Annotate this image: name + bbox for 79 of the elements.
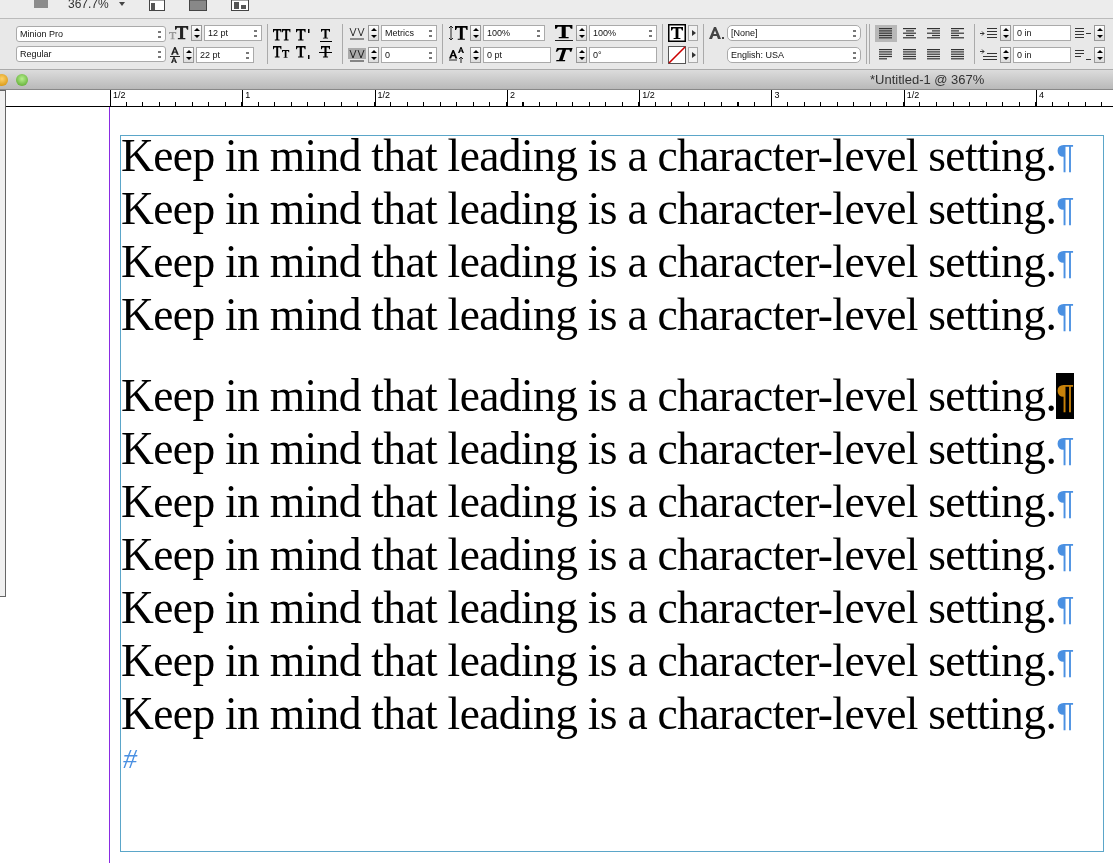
window-title: *Untitled-1 @ 367% xyxy=(870,72,985,87)
pilcrow: ¶ xyxy=(1056,482,1074,523)
ruler-label: 1 xyxy=(242,90,375,106)
text-frame[interactable] xyxy=(120,135,1104,852)
text-line: Keep in mind that leading is a character-level setting. xyxy=(121,585,1057,631)
stepper-icon[interactable] xyxy=(368,25,379,41)
stepper-icon[interactable] xyxy=(191,25,202,41)
pilcrow: ¶ xyxy=(1056,588,1074,629)
text-line: Keep in mind that leading is a character-level setting. xyxy=(121,426,1057,472)
stroke-none-icon[interactable] xyxy=(668,46,686,64)
screen-mode-icon[interactable] xyxy=(188,0,207,11)
character-style-select[interactable]: [None] xyxy=(727,25,861,41)
stepper-icon[interactable] xyxy=(368,47,379,63)
stepper-icon[interactable] xyxy=(470,25,481,41)
text-line: Keep in mind that leading is a character-level setting. xyxy=(121,133,1057,179)
language-select[interactable]: English: USA xyxy=(727,47,861,63)
ruler-label: 1/2 xyxy=(374,90,507,106)
horizontal-scale-field[interactable]: 100% xyxy=(589,25,657,41)
pilcrow: ¶ xyxy=(1056,136,1074,177)
ruler-label: 1/2 xyxy=(903,90,1037,106)
pilcrow: ¶ xyxy=(1056,535,1074,576)
font-family-select[interactable]: Minion Pro xyxy=(16,26,166,42)
vertical-scale-field[interactable]: 100% xyxy=(483,25,545,41)
first-line-indent-icon xyxy=(980,48,998,62)
small-caps-icon[interactable] xyxy=(273,46,291,59)
skew-field[interactable]: 0° xyxy=(589,47,657,63)
font-style-select[interactable]: Regular xyxy=(16,46,166,62)
stepper-icon[interactable] xyxy=(470,47,481,63)
left-indent-field[interactable]: 0 in xyxy=(1013,25,1071,41)
right-indent-icon xyxy=(1074,26,1092,40)
end-of-story-mark: # xyxy=(123,743,137,775)
pilcrow: ¶ xyxy=(1056,694,1074,735)
text-line: Keep in mind that leading is a character-level setting. xyxy=(121,532,1057,578)
baseline-shift-field[interactable]: 0 pt xyxy=(483,47,551,63)
ruler-label: 3 xyxy=(771,90,904,106)
stepper-icon[interactable] xyxy=(1094,25,1105,41)
text-line: Keep in mind that leading is a character-level setting. xyxy=(121,373,1057,419)
ruler-label: 1/2 xyxy=(110,90,243,106)
stepper-icon[interactable] xyxy=(1000,47,1011,63)
stepper-icon[interactable] xyxy=(576,25,587,41)
first-line-indent-field[interactable]: 0 in xyxy=(1013,47,1071,63)
ruler-label: 1/2 xyxy=(639,90,772,106)
zoom-level[interactable]: 367.7% xyxy=(68,0,109,9)
text-line: Keep in mind that leading is a character-level setting. xyxy=(121,186,1057,232)
left-indent-icon xyxy=(980,26,998,40)
stepper-icon[interactable] xyxy=(183,47,194,63)
text-line: Keep in mind that leading is a character-level setting. xyxy=(121,691,1057,737)
horizontal-scale-icon xyxy=(554,25,574,41)
skew-icon xyxy=(554,47,574,63)
pilcrow: ¶ xyxy=(1056,373,1074,419)
font-size-field[interactable]: 12 pt xyxy=(204,25,262,41)
kerning-field[interactable]: Metrics xyxy=(381,25,437,41)
character-style-icon xyxy=(709,27,725,39)
pilcrow: ¶ xyxy=(1056,641,1074,682)
font-size-icon xyxy=(169,26,189,40)
leading-icon xyxy=(169,47,181,63)
text-line: Keep in mind that leading is a character-level setting. xyxy=(121,292,1057,338)
vertical-scale-icon xyxy=(448,25,468,41)
text-fill-icon[interactable] xyxy=(668,24,686,42)
text-line: Keep in mind that leading is a character-level setting. xyxy=(121,239,1057,285)
text-line: Keep in mind that leading is a character-level setting. xyxy=(121,479,1057,525)
ruler-label: 4 xyxy=(1036,90,1113,106)
pilcrow: ¶ xyxy=(1056,295,1074,336)
tracking-icon xyxy=(348,46,366,64)
pilcrow: ¶ xyxy=(1056,429,1074,470)
pilcrow: ¶ xyxy=(1056,242,1074,283)
stepper-icon[interactable] xyxy=(576,47,587,63)
align-button[interactable] xyxy=(875,25,897,42)
pilcrow: ¶ xyxy=(1056,189,1074,230)
leading-field[interactable]: 22 pt xyxy=(196,47,254,63)
stepper-icon[interactable] xyxy=(1000,25,1011,41)
frame-icon[interactable] xyxy=(148,0,165,11)
last-line-indent-icon xyxy=(1074,48,1092,62)
tracking-field[interactable]: 0 xyxy=(381,47,437,63)
all-caps-icon[interactable] xyxy=(273,29,291,42)
arrange-icon[interactable] xyxy=(230,0,249,11)
text-line: Keep in mind that leading is a character-level setting. xyxy=(121,638,1057,684)
stepper-icon[interactable] xyxy=(1094,47,1105,63)
ruler-label: 2 xyxy=(506,90,640,106)
